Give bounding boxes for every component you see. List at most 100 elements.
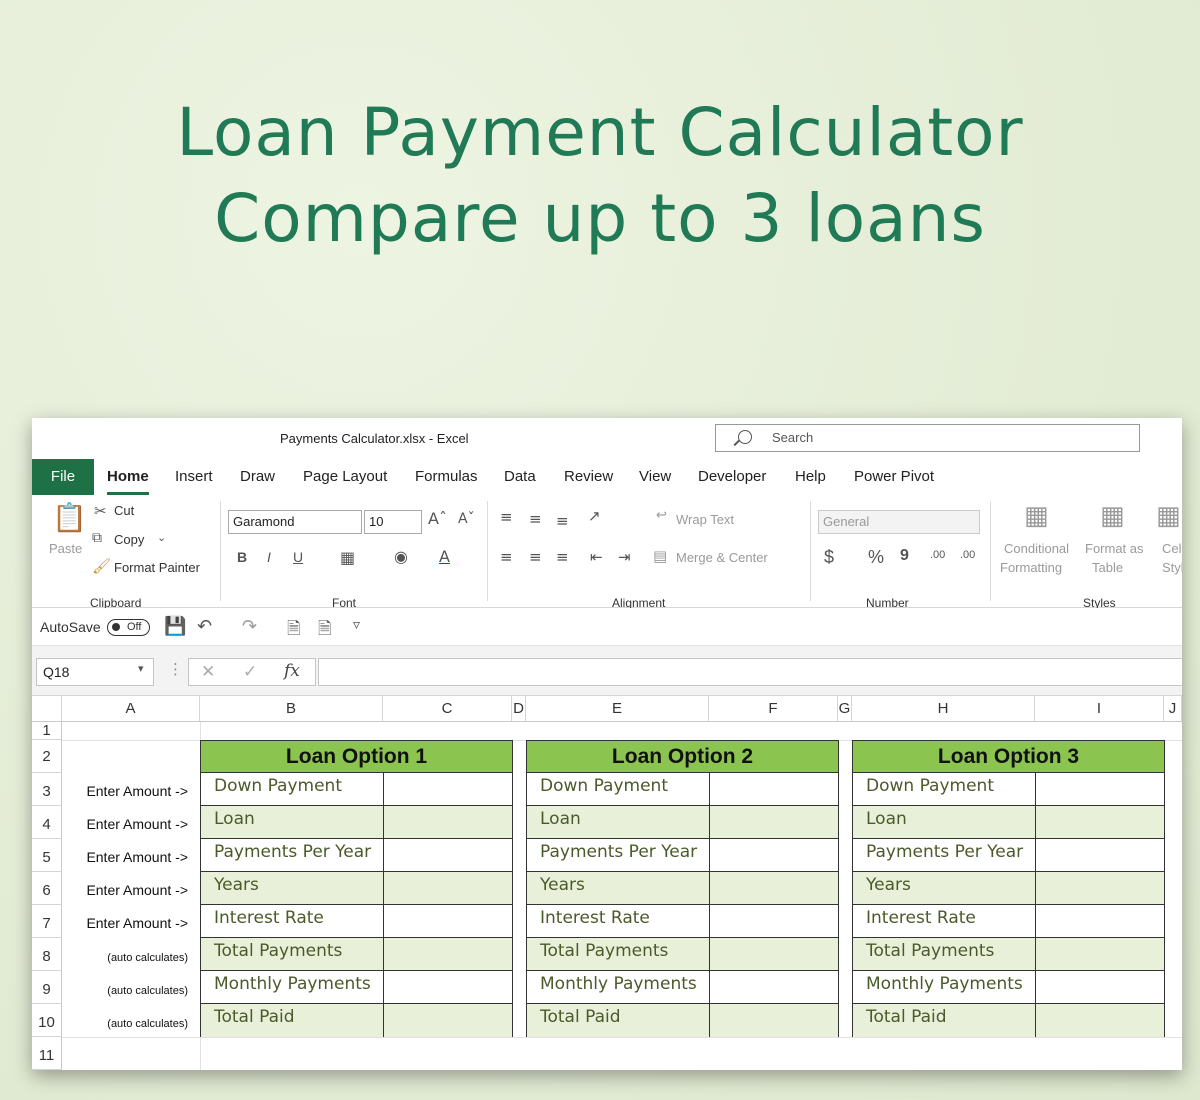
row-header-4[interactable]: 4 — [32, 806, 62, 839]
align-bottom-icon[interactable]: ≡ — [556, 512, 569, 530]
column-header-e[interactable]: E — [526, 696, 709, 722]
output-cell[interactable] — [1036, 971, 1164, 1003]
redo-icon[interactable]: ↷ — [242, 616, 257, 637]
tab-formulas[interactable]: Formulas — [415, 468, 478, 485]
column-header-h[interactable]: H — [852, 696, 1035, 722]
output-cell[interactable] — [384, 971, 512, 1003]
column-header-g[interactable]: G — [838, 696, 852, 722]
increase-font-icon[interactable]: Aˆ — [428, 509, 447, 528]
column-header-i[interactable]: I — [1035, 696, 1164, 722]
input-cell[interactable] — [384, 806, 512, 838]
chevron-down-icon[interactable]: ⌄ — [157, 531, 166, 544]
input-cell[interactable] — [710, 773, 838, 805]
cut-button[interactable]: Cut — [114, 503, 134, 518]
bold-button[interactable]: B — [237, 549, 247, 565]
output-cell[interactable] — [710, 971, 838, 1003]
input-cell[interactable] — [384, 872, 512, 904]
column-header-j[interactable]: J — [1164, 696, 1182, 722]
tab-home[interactable]: Home — [107, 468, 149, 495]
orientation-icon[interactable]: ↗ — [588, 507, 601, 525]
output-cell[interactable] — [384, 938, 512, 970]
insert-function-icon[interactable]: fx — [284, 661, 300, 681]
input-cell[interactable] — [710, 872, 838, 904]
input-cell[interactable] — [710, 905, 838, 937]
conditional-formatting-label-1[interactable]: Conditional — [1004, 541, 1069, 556]
fill-color-icon[interactable]: ◉ — [394, 547, 408, 566]
save-icon[interactable]: 💾 — [164, 616, 186, 637]
decrease-decimal-button[interactable]: .00 — [960, 549, 975, 561]
row-header-8[interactable]: 8 — [32, 938, 62, 971]
decrease-indent-icon[interactable]: ⇤ — [590, 548, 603, 566]
format-as-table-label-1[interactable]: Format as — [1085, 541, 1144, 556]
tab-view[interactable]: View — [639, 468, 671, 485]
tab-developer[interactable]: Developer — [698, 468, 766, 485]
increase-decimal-button[interactable]: .00 — [930, 549, 945, 561]
input-cell[interactable] — [384, 905, 512, 937]
tab-help[interactable]: Help — [795, 468, 826, 485]
output-cell[interactable] — [710, 1004, 838, 1037]
format-as-table-label-2[interactable]: Table — [1092, 560, 1123, 575]
column-header-b[interactable]: B — [200, 696, 383, 722]
row-header-3[interactable]: 3 — [32, 773, 62, 806]
copy-button[interactable]: Copy — [114, 532, 144, 547]
autosave-toggle[interactable]: Off — [107, 619, 150, 636]
formula-input[interactable] — [318, 658, 1182, 686]
chevron-down-icon[interactable]: ▾ — [138, 662, 144, 675]
wrap-text-button[interactable]: Wrap Text — [676, 512, 734, 527]
input-cell[interactable] — [1036, 839, 1164, 871]
select-all-corner[interactable] — [32, 696, 62, 722]
output-cell[interactable] — [384, 1004, 512, 1037]
decrease-font-icon[interactable]: Aˇ — [458, 511, 475, 527]
tab-review[interactable]: Review — [564, 468, 613, 485]
number-format-select[interactable]: General — [818, 510, 980, 534]
align-middle-icon[interactable]: ≡ — [529, 510, 542, 528]
print-preview-icon[interactable]: 🗎 — [287, 616, 301, 645]
input-cell[interactable] — [384, 839, 512, 871]
column-header-c[interactable]: C — [383, 696, 512, 722]
tab-page-layout[interactable]: Page Layout — [303, 468, 387, 485]
row-header-10[interactable]: 10 — [32, 1004, 62, 1037]
column-header-f[interactable]: F — [709, 696, 838, 722]
row-header-9[interactable]: 9 — [32, 971, 62, 1004]
conditional-formatting-label-2[interactable]: Formatting — [1000, 560, 1062, 575]
name-box[interactable]: Q18 — [36, 658, 154, 686]
tab-power-pivot[interactable]: Power Pivot — [854, 468, 934, 485]
row-header-2[interactable]: 2 — [32, 740, 62, 773]
merge-center-button[interactable]: Merge & Center — [676, 550, 768, 565]
underline-button[interactable]: U — [293, 549, 303, 565]
tab-file[interactable]: File — [32, 459, 94, 495]
cell-styles-label-2[interactable]: Styles — [1162, 560, 1182, 575]
cell-styles-label-1[interactable]: Cel — [1162, 541, 1182, 556]
font-color-icon[interactable]: A — [439, 547, 450, 566]
align-center-icon[interactable]: ≡ — [529, 548, 542, 566]
row-header-1[interactable]: 1 — [32, 722, 62, 740]
input-cell[interactable] — [384, 773, 512, 805]
font-size-select[interactable]: 10 — [364, 510, 422, 534]
paste-button[interactable]: Paste — [49, 541, 82, 556]
align-left-icon[interactable]: ≡ — [500, 548, 513, 566]
format-painter-button[interactable]: Format Painter — [114, 560, 200, 575]
input-cell[interactable] — [1036, 905, 1164, 937]
font-name-select[interactable]: Garamond — [228, 510, 362, 534]
row-header-6[interactable]: 6 — [32, 872, 62, 905]
percent-button[interactable]: % — [868, 547, 884, 568]
input-cell[interactable] — [710, 806, 838, 838]
output-cell[interactable] — [1036, 1004, 1164, 1037]
row-header-5[interactable]: 5 — [32, 839, 62, 872]
customize-qat-icon[interactable]: ▿ — [353, 617, 360, 633]
align-top-icon[interactable]: ≡ — [500, 508, 513, 526]
spreadsheet-grid[interactable]: A B C D E F G H I J 1 2 3 4 5 6 7 8 9 10… — [32, 696, 1182, 1070]
output-cell[interactable] — [710, 938, 838, 970]
output-cell[interactable] — [1036, 938, 1164, 970]
column-header-a[interactable]: A — [62, 696, 200, 722]
increase-indent-icon[interactable]: ⇥ — [618, 548, 631, 566]
row-header-11[interactable]: 11 — [32, 1037, 62, 1070]
tab-insert[interactable]: Insert — [175, 468, 213, 485]
column-header-d[interactable]: D — [512, 696, 526, 722]
tab-draw[interactable]: Draw — [240, 468, 275, 485]
input-cell[interactable] — [1036, 872, 1164, 904]
enter-icon[interactable]: ✓ — [243, 662, 257, 682]
input-cell[interactable] — [1036, 773, 1164, 805]
row-header-7[interactable]: 7 — [32, 905, 62, 938]
save-as-icon[interactable]: 🗎 — [318, 616, 332, 645]
